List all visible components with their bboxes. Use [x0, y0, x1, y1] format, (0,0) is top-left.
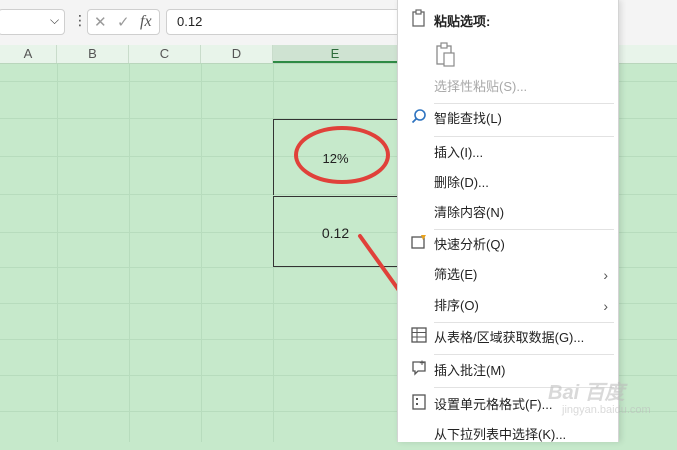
- insert-comment-item[interactable]: 插入批注(M): [398, 356, 618, 386]
- comment-icon: [410, 356, 428, 386]
- paste-special-item[interactable]: 选择性粘贴(S)...: [398, 72, 618, 102]
- insert-item[interactable]: 插入(I)...: [398, 138, 618, 168]
- search-icon: [410, 104, 428, 134]
- format-cells-icon: [410, 390, 428, 420]
- chevron-right-icon: ›: [603, 267, 608, 283]
- pick-from-list-item[interactable]: 从下拉列表中选择(K)...: [398, 420, 618, 450]
- quick-analysis-icon: [410, 230, 428, 260]
- sort-item[interactable]: 排序(O) ›: [398, 291, 618, 321]
- menu-separator: [434, 387, 614, 388]
- highlight-circle: [294, 126, 390, 184]
- smart-lookup-item[interactable]: 智能查找(L): [398, 104, 618, 134]
- chevron-right-icon: ›: [603, 298, 608, 314]
- menu-separator: [434, 136, 614, 137]
- format-cells-item[interactable]: 设置单元格格式(F)...: [398, 390, 618, 420]
- menu-separator: [434, 354, 614, 355]
- table-icon: [410, 323, 428, 353]
- context-menu: 粘贴选项: 选择性粘贴(S)... 智能查找(L) 插入(I)... 删除(D)…: [397, 0, 619, 442]
- paste-options-header: 粘贴选项:: [398, 7, 618, 37]
- clipboard-icon: [410, 7, 428, 37]
- paste-clipboard-icon[interactable]: [435, 42, 455, 68]
- delete-item[interactable]: 删除(D)...: [398, 168, 618, 198]
- get-data-item[interactable]: 从表格/区域获取数据(G)...: [398, 323, 618, 353]
- clear-contents-item[interactable]: 清除内容(N): [398, 198, 618, 228]
- filter-item[interactable]: 筛选(E) ›: [398, 260, 618, 290]
- quick-analysis-item[interactable]: 快速分析(Q): [398, 230, 618, 260]
